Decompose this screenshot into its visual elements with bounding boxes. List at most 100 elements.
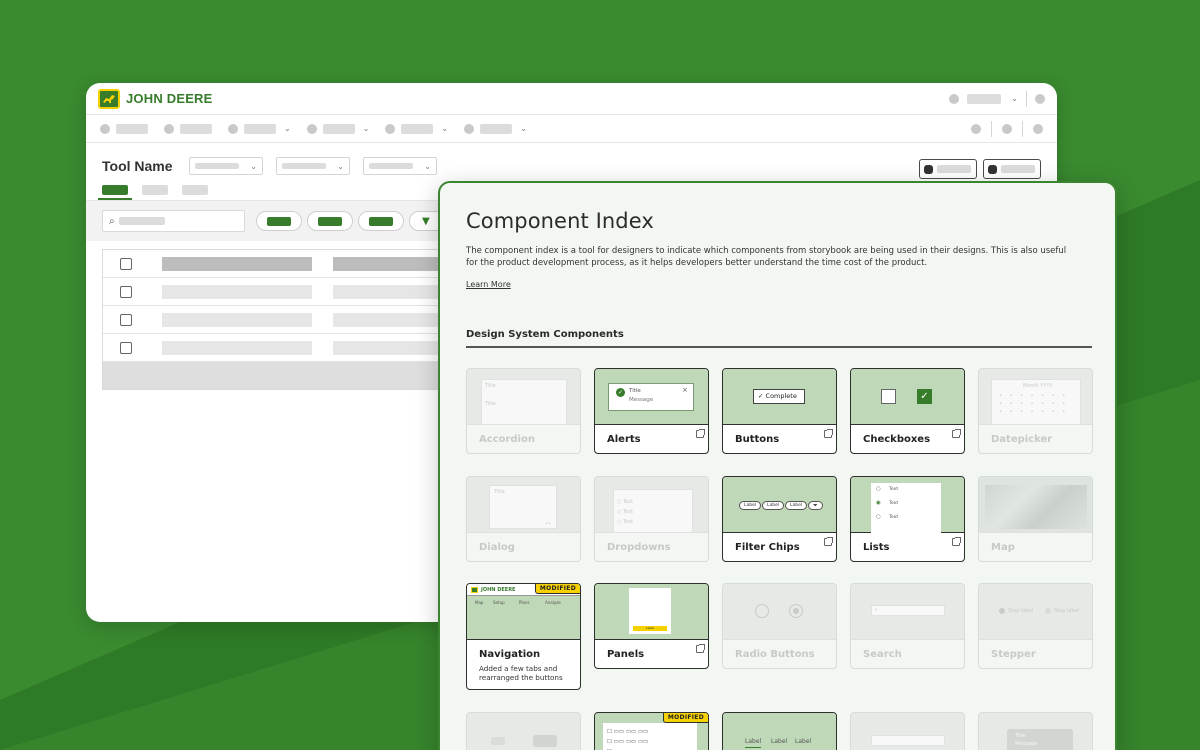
user-icon[interactable] [949,93,960,104]
page-title: Component Index [466,209,654,233]
card-label: Filter Chips [735,541,800,553]
card-label: Search [863,648,902,660]
component-card-toast: Title Message [978,712,1093,750]
chip-preview: Label [739,501,762,510]
tab[interactable] [142,185,168,195]
card-label: Dialog [479,541,515,553]
external-link-icon[interactable] [824,537,833,546]
panel-preview-button: Label [633,626,667,631]
component-card-buttons[interactable]: ✓ Complete Buttons [722,368,837,454]
component-card-navigation[interactable]: JOHN DEERE Map Setup Plans Analyze MODIF… [466,583,581,690]
filter-chip[interactable] [307,211,353,231]
component-card-table[interactable]: ☐ ▭▭ ▭▭ ▭▭ ☐ ▭▭ ▭▭ ▭▭ ☐ ▭▭ ▭▭ ▭▭ MODIFIE… [594,712,709,750]
chip-preview: Label [762,501,785,510]
component-card-dropdowns: ○ Text ○ Text ○ Text Dropdowns [594,476,709,562]
nav-action-icon[interactable] [1033,123,1043,134]
header-button[interactable] [983,159,1041,179]
tab-preview: Label [795,738,812,745]
table-footer [103,362,441,389]
filter-select[interactable]: ⌄ [276,157,350,175]
filter-icon: ⏷ [808,501,823,510]
component-card-accordion: Title Title Accordion [466,368,581,454]
card-label: Navigation [479,648,541,660]
table-header [103,250,441,278]
filter-icon: ▼ [422,215,430,227]
external-link-icon[interactable] [824,429,833,438]
nav-item[interactable]: ⌄ [306,123,370,134]
nav-preview-brand: JOHN DEERE [481,587,516,593]
deer-logo-icon [471,587,478,593]
list-item-preview: Text [889,515,899,520]
nav-item[interactable]: ⌄ [228,123,291,134]
nav-item[interactable]: ⌄ [385,123,448,134]
component-card-alerts[interactable]: ✓ Title Message × Alerts [594,368,709,454]
tab-active[interactable] [98,185,132,200]
external-link-icon[interactable] [696,429,705,438]
toast-message: Message [1015,741,1037,747]
main-nav: ⌄ ⌄ ⌄ ⌄ [86,115,1057,143]
nav-preview-tab: Map [475,600,484,605]
chevron-down-icon: ⌄ [362,124,370,133]
search-icon: ⌕ [109,215,115,227]
checkbox-checked-icon: ✓ [917,389,932,404]
nav-item[interactable]: ⌄ [464,123,527,134]
list-item-preview: Text [889,501,899,506]
filter-chip[interactable] [256,211,302,231]
search-icon: ⌕ [875,607,878,613]
card-label: Accordion [479,433,535,445]
component-card-datepicker: Month YYYY • • • • • • • • • • • • • • •… [978,368,1093,454]
row-checkbox[interactable] [120,341,132,354]
alert-message: Message [629,397,654,403]
row-checkbox[interactable] [120,313,132,326]
component-card-panels[interactable]: Label Panels [594,583,709,669]
check-icon: ✓ [758,392,764,400]
component-card-lists[interactable]: ○ Text ◉ Text ○ Text Lists [850,476,965,562]
learn-more-link[interactable]: Learn More [466,280,511,289]
component-card-radio-buttons: Radio Buttons [722,583,837,669]
component-card-map: Map [978,476,1093,562]
select-all-checkbox[interactable] [120,257,132,270]
radio-empty-icon [755,604,769,618]
nav-action-icon[interactable] [1002,123,1012,134]
search-input[interactable]: ⌕ [102,210,245,232]
tool-tabs [98,185,208,200]
modified-badge: MODIFIED [662,713,708,723]
divider [1026,90,1027,107]
table-row[interactable] [103,334,441,362]
header-button[interactable] [919,159,977,179]
tab-preview: Label [771,738,788,745]
deer-logo-icon [98,88,120,109]
filter-select[interactable]: ⌄ [363,157,437,175]
tab[interactable] [182,185,208,195]
brand[interactable]: JOHN DEERE [98,88,213,109]
row-checkbox[interactable] [120,285,132,298]
external-link-icon[interactable] [952,429,961,438]
close-icon: × [682,386,688,394]
nav-item[interactable] [164,123,212,134]
list-item-preview: Text [889,487,899,492]
filter-chip[interactable] [358,211,404,231]
nav-item[interactable] [100,123,148,134]
datepicker-month: Month YYYY [1023,383,1053,389]
button-preview-label: Complete [765,392,797,400]
table-row[interactable] [103,278,441,306]
chevron-down-icon: ⌄ [1011,94,1018,103]
component-card-checkboxes[interactable]: ✓ Checkboxes [850,368,965,454]
app-header: JOHN DEERE ⌄ [86,83,1057,115]
table-row[interactable] [103,306,441,334]
component-card-dialog: Title •• Dialog [466,476,581,562]
user-menu[interactable] [967,93,1002,104]
component-card-toggle [466,712,581,750]
filter-select[interactable]: ⌄ [189,157,263,175]
nav-action-icon[interactable] [971,123,981,134]
component-card-search: ⌕ Search [850,583,965,669]
nav-preview-tab: Analyze [545,600,561,605]
component-card-tabs[interactable]: Label Label Label [722,712,837,750]
card-label: Stepper [991,648,1036,660]
component-card-filter-chips[interactable]: Label Label Label ⏷ Filter Chips [722,476,837,562]
external-link-icon[interactable] [696,644,705,653]
external-link-icon[interactable] [952,537,961,546]
card-label: Map [991,541,1015,553]
menu-icon[interactable] [1035,93,1045,104]
card-label: Buttons [735,433,780,445]
